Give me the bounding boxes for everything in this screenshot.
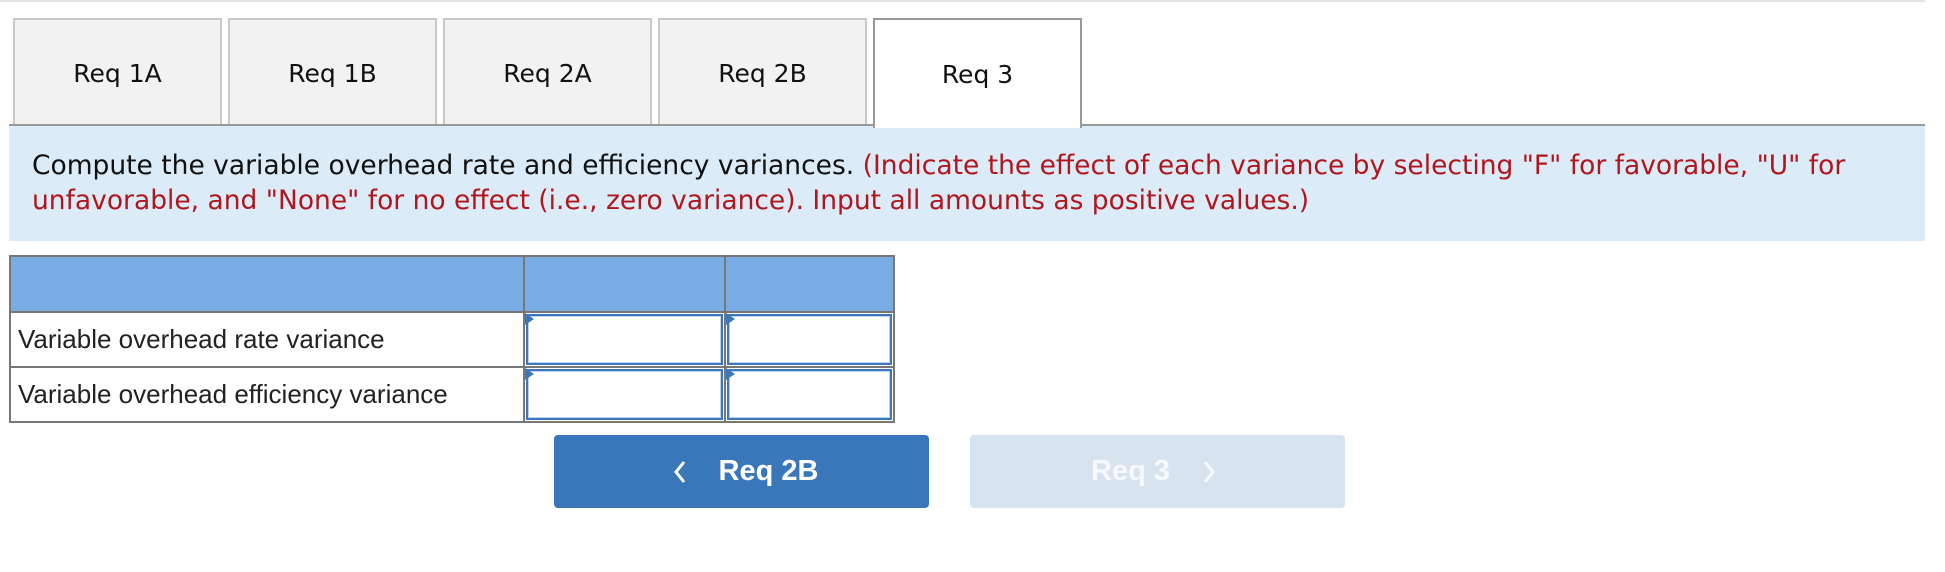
tab-req-1a[interactable]: Req 1A — [13, 18, 222, 126]
instructions-panel: Compute the variable overhead rate and e… — [9, 126, 1925, 241]
tab-req-2b[interactable]: Req 2B — [658, 18, 867, 126]
efficiency-variance-amount-input[interactable] — [528, 371, 721, 418]
table-row: Variable overhead rate variance — [9, 311, 895, 368]
rate-variance-amount-cell — [523, 311, 726, 368]
efficiency-variance-amount-field[interactable] — [526, 369, 723, 420]
header-effect-cell — [724, 255, 895, 313]
rate-variance-amount-field[interactable] — [526, 314, 723, 365]
instructions-main: Compute the variable overhead rate and e… — [32, 150, 855, 181]
chevron-right-icon — [1194, 460, 1224, 484]
row-label: Variable overhead efficiency variance — [9, 366, 525, 423]
top-divider — [0, 0, 1925, 2]
row-label: Variable overhead rate variance — [9, 311, 525, 368]
header-amount-cell — [523, 255, 726, 313]
chevron-left-icon — [665, 460, 695, 484]
next-req-button[interactable]: Req 3 — [970, 435, 1345, 508]
efficiency-variance-effect-cell — [724, 366, 895, 423]
tab-req-3[interactable]: Req 3 — [873, 18, 1082, 128]
rate-variance-effect-select[interactable] — [729, 316, 890, 363]
efficiency-variance-effect-select[interactable] — [729, 371, 890, 418]
rate-variance-effect-field[interactable] — [727, 314, 892, 365]
next-req-label: Req 3 — [1091, 455, 1170, 487]
variance-table: Variable overhead rate variance Variable… — [9, 255, 895, 423]
tab-req-2a[interactable]: Req 2A — [443, 18, 652, 126]
header-label-cell — [9, 255, 525, 313]
table-row: Variable overhead efficiency variance — [9, 366, 895, 423]
prev-req-label: Req 2B — [718, 455, 819, 487]
requirement-tabs: Req 1A Req 1B Req 2A Req 2B Req 3 — [13, 18, 1088, 128]
tab-req-1b[interactable]: Req 1B — [228, 18, 437, 126]
rate-variance-amount-input[interactable] — [528, 316, 721, 363]
efficiency-variance-amount-cell — [523, 366, 726, 423]
rate-variance-effect-cell — [724, 311, 895, 368]
prev-req-button[interactable]: Req 2B — [554, 435, 929, 508]
efficiency-variance-effect-field[interactable] — [727, 369, 892, 420]
table-header-row — [9, 255, 895, 313]
